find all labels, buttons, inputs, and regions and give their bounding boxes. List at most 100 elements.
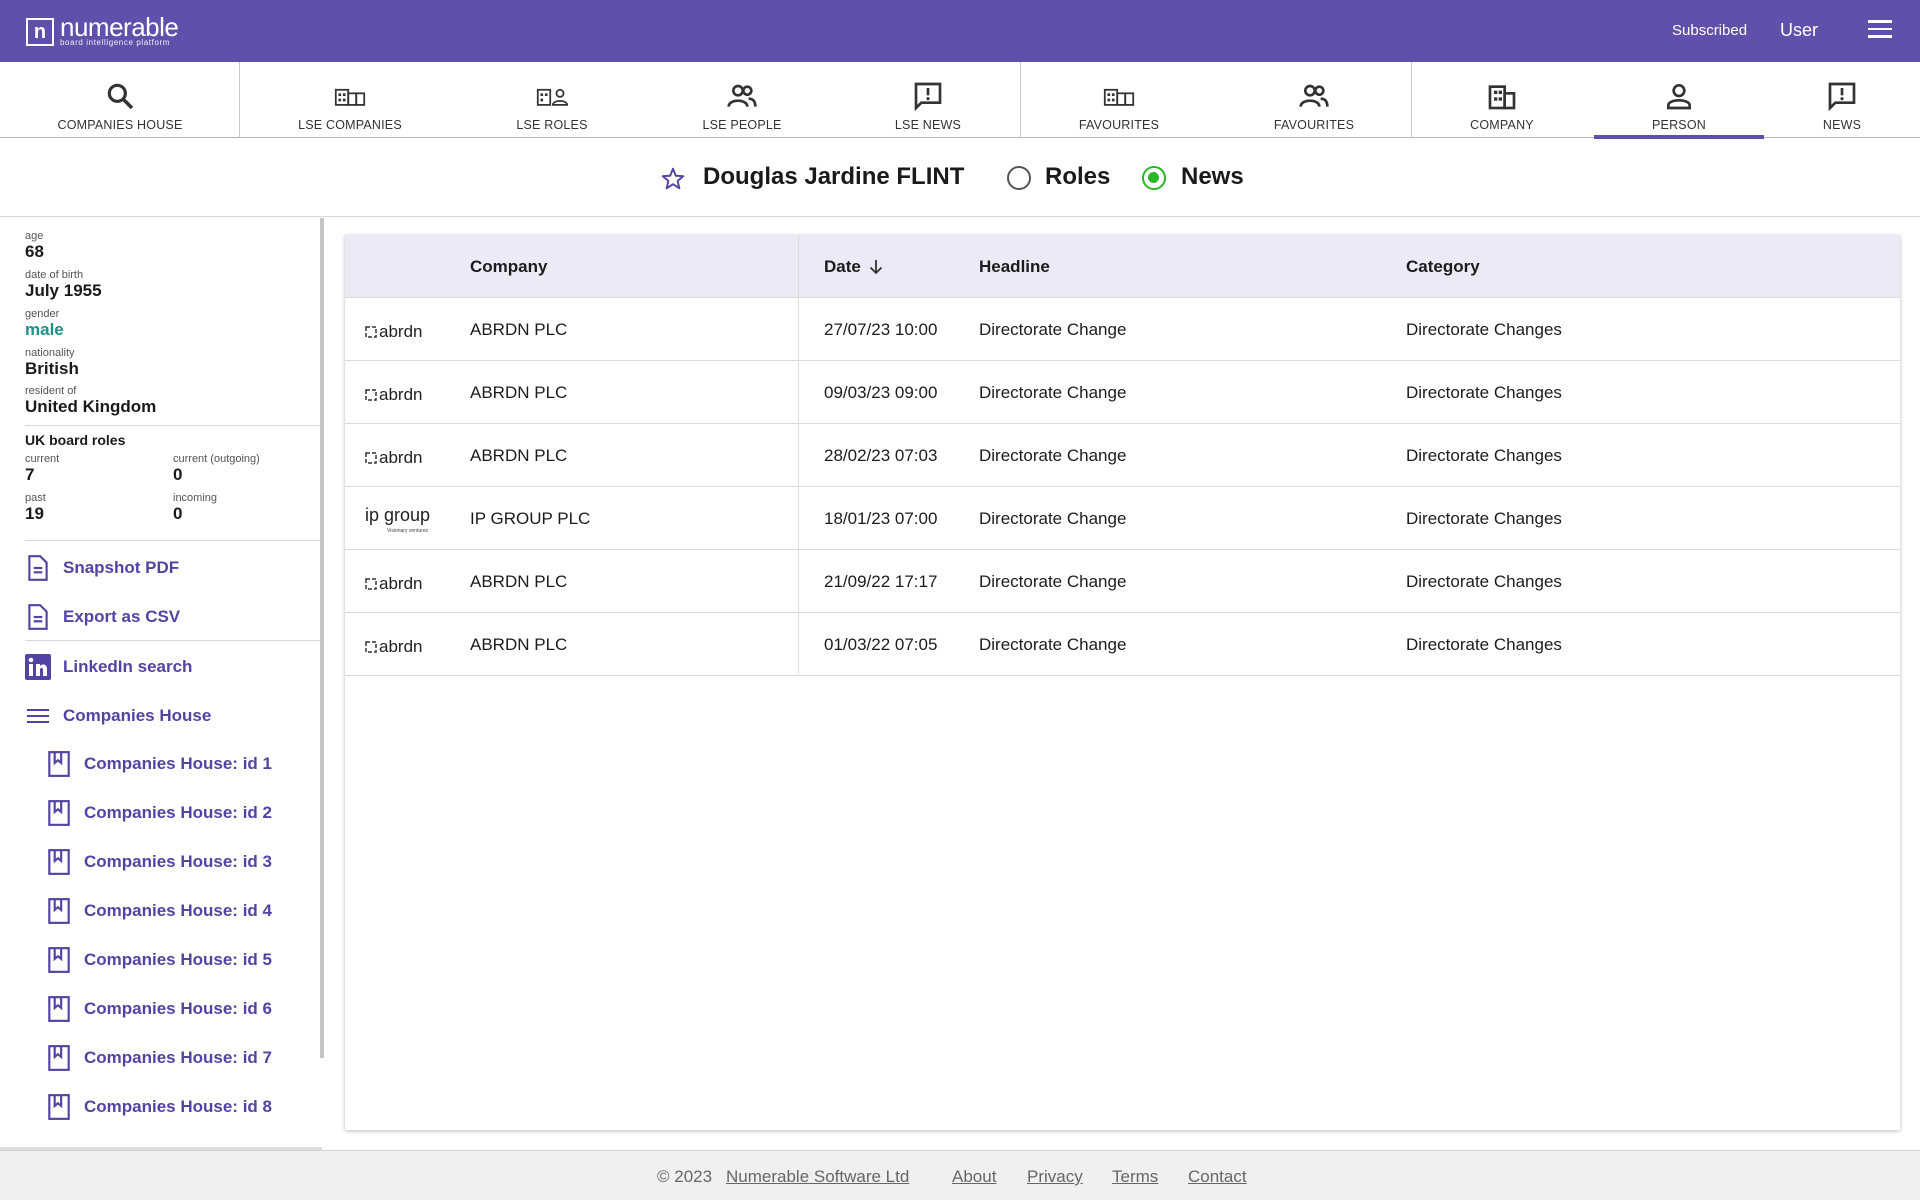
hamburger-menu-icon[interactable]: [1868, 20, 1892, 40]
table-row[interactable]: abrdn ABRDN PLC 28/02/23 07:03 Directora…: [345, 424, 1900, 487]
company-cell: ABRDN PLC: [470, 635, 568, 654]
column-header-date[interactable]: Date: [824, 257, 861, 277]
building-icon: [1488, 85, 1516, 110]
companies-house-id-link[interactable]: Companies House: id 4: [46, 897, 272, 925]
about-link[interactable]: About: [952, 1167, 996, 1187]
tab-companies-house[interactable]: COMPANIES HOUSE: [40, 62, 200, 138]
company-cell: ABRDN PLC: [470, 446, 568, 465]
headline-cell[interactable]: Directorate Change: [979, 383, 1126, 403]
tab-label: COMPANIES HOUSE: [57, 118, 183, 132]
headline-cell[interactable]: Directorate Change: [979, 320, 1126, 340]
news-alert-icon: [914, 82, 942, 112]
companies-house-id-label: Companies House: id 7: [84, 1048, 272, 1067]
tab-news[interactable]: NEWS: [1790, 62, 1894, 138]
person-icon: [1667, 84, 1691, 110]
company-link[interactable]: Numerable Software Ltd: [726, 1167, 909, 1187]
user-menu[interactable]: User: [1780, 20, 1818, 41]
tab-label: LSE PEOPLE: [702, 118, 782, 132]
terms-link[interactable]: Terms: [1112, 1167, 1158, 1187]
numerable-logo[interactable]: n numerable board intelligence platform: [26, 14, 179, 47]
divider: [25, 540, 320, 541]
svg-text:abrdn: abrdn: [379, 574, 422, 593]
privacy-link[interactable]: Privacy: [1027, 1167, 1083, 1187]
companies-house-id-link[interactable]: Companies House: id 5: [46, 946, 272, 974]
favourite-star-icon[interactable]: [660, 166, 686, 192]
linkedin-search-link[interactable]: LinkedIn search: [25, 653, 192, 681]
companies-house-id-link[interactable]: Companies House: id 2: [46, 799, 272, 827]
nav-divider: [239, 62, 240, 138]
export-csv-link[interactable]: Export as CSV: [25, 603, 180, 631]
tab-favourite-people[interactable]: FAVOURITES: [1252, 62, 1376, 138]
svg-text:abrdn: abrdn: [379, 448, 422, 467]
headline-cell[interactable]: Directorate Change: [979, 446, 1126, 466]
tab-label: LSE COMPANIES: [298, 118, 402, 132]
search-icon: [107, 83, 134, 110]
snapshot-pdf-link[interactable]: Snapshot PDF: [25, 554, 179, 582]
companies-house-id-link[interactable]: Companies House: id 6: [46, 995, 272, 1023]
companies-house-id-link[interactable]: Companies House: id 8: [46, 1093, 272, 1121]
contact-link[interactable]: Contact: [1188, 1167, 1247, 1187]
tab-lse-news[interactable]: LSE NEWS: [866, 62, 990, 138]
bookmark-book-icon: [48, 996, 70, 1022]
abrdn-logo: abrdn: [365, 637, 422, 656]
companies-house-link[interactable]: Companies House: [25, 702, 211, 730]
date-cell: 09/03/23 09:00: [824, 383, 938, 402]
companies-house-id-link[interactable]: Companies House: id 1: [46, 750, 272, 778]
buildings-icon: [334, 88, 366, 106]
person-header: Douglas Jardine FLINT Roles News: [0, 139, 1920, 217]
tab-lse-companies[interactable]: LSE COMPANIES: [270, 62, 430, 138]
tab-company[interactable]: COMPANY: [1440, 62, 1564, 138]
main-nav: COMPANIES HOUSE LSE COMPANIES LSE ROLES …: [0, 62, 1920, 139]
roles-radio-label[interactable]: Roles: [1045, 163, 1110, 191]
table-row[interactable]: ip group Visionary ventures IP GROUP PLC …: [345, 487, 1900, 550]
svg-text:abrdn: abrdn: [379, 385, 422, 404]
svg-text:abrdn: abrdn: [379, 637, 422, 656]
person-sidebar: age 68 date of birth July 1955 gender ma…: [0, 218, 322, 1150]
tab-label: PERSON: [1652, 118, 1706, 132]
category-cell: Directorate Changes: [1406, 383, 1562, 402]
column-header-headline[interactable]: Headline: [979, 257, 1050, 277]
roles-outgoing: current (outgoing) 0: [173, 453, 260, 484]
table-row[interactable]: abrdn ABRDN PLC 27/07/23 10:00 Directora…: [345, 298, 1900, 361]
companies-house-id-label: Companies House: id 3: [84, 852, 272, 871]
tab-label: COMPANY: [1470, 118, 1534, 132]
roles-radio[interactable]: [1007, 166, 1031, 190]
news-radio[interactable]: [1142, 166, 1166, 190]
svg-text:ip group: ip group: [365, 505, 430, 525]
svg-text:abrdn: abrdn: [379, 322, 422, 341]
headline-cell[interactable]: Directorate Change: [979, 572, 1126, 592]
subscribed-link[interactable]: Subscribed: [1672, 22, 1747, 39]
abrdn-logo: abrdn: [365, 574, 422, 593]
tab-label: LSE ROLES: [516, 118, 588, 132]
tab-favourite-companies[interactable]: FAVOURITES: [1057, 62, 1181, 138]
sort-descending-arrow-icon[interactable]: [867, 258, 885, 276]
roles-current: current 7: [25, 453, 60, 484]
sidebar-scrollbar[interactable]: [320, 218, 324, 1058]
companies-house-id-link[interactable]: Companies House: id 3: [46, 848, 272, 876]
column-header-category[interactable]: Category: [1406, 257, 1480, 277]
export-csv-label: Export as CSV: [63, 607, 181, 626]
headline-cell[interactable]: Directorate Change: [979, 635, 1126, 655]
abrdn-logo: abrdn: [365, 385, 422, 404]
tab-lse-roles[interactable]: LSE ROLES: [490, 62, 614, 138]
divider: [25, 640, 320, 641]
companies-house-id-label: Companies House: id 6: [84, 999, 272, 1018]
headline-cell[interactable]: Directorate Change: [979, 509, 1126, 529]
companies-house-id-link[interactable]: Companies House: id 7: [46, 1044, 272, 1072]
column-header-company[interactable]: Company: [470, 257, 547, 277]
table-header: Company Date Headline Category: [345, 235, 1900, 298]
category-cell: Directorate Changes: [1406, 509, 1562, 528]
category-cell: Directorate Changes: [1406, 635, 1562, 654]
linkedin-search-label: LinkedIn search: [63, 657, 193, 676]
tab-lse-people[interactable]: LSE PEOPLE: [680, 62, 804, 138]
tab-person[interactable]: PERSON: [1594, 62, 1764, 139]
category-cell: Directorate Changes: [1406, 446, 1562, 465]
board-roles-title: UK board roles: [25, 432, 126, 448]
nav-divider: [1020, 62, 1021, 138]
news-radio-label[interactable]: News: [1181, 163, 1244, 191]
table-row[interactable]: abrdn ABRDN PLC 01/03/22 07:05 Directora…: [345, 613, 1900, 676]
date-cell: 27/07/23 10:00: [824, 320, 938, 339]
table-row[interactable]: abrdn ABRDN PLC 09/03/23 09:00 Directora…: [345, 361, 1900, 424]
table-row[interactable]: abrdn ABRDN PLC 21/09/22 17:17 Directora…: [345, 550, 1900, 613]
category-cell: Directorate Changes: [1406, 320, 1562, 339]
